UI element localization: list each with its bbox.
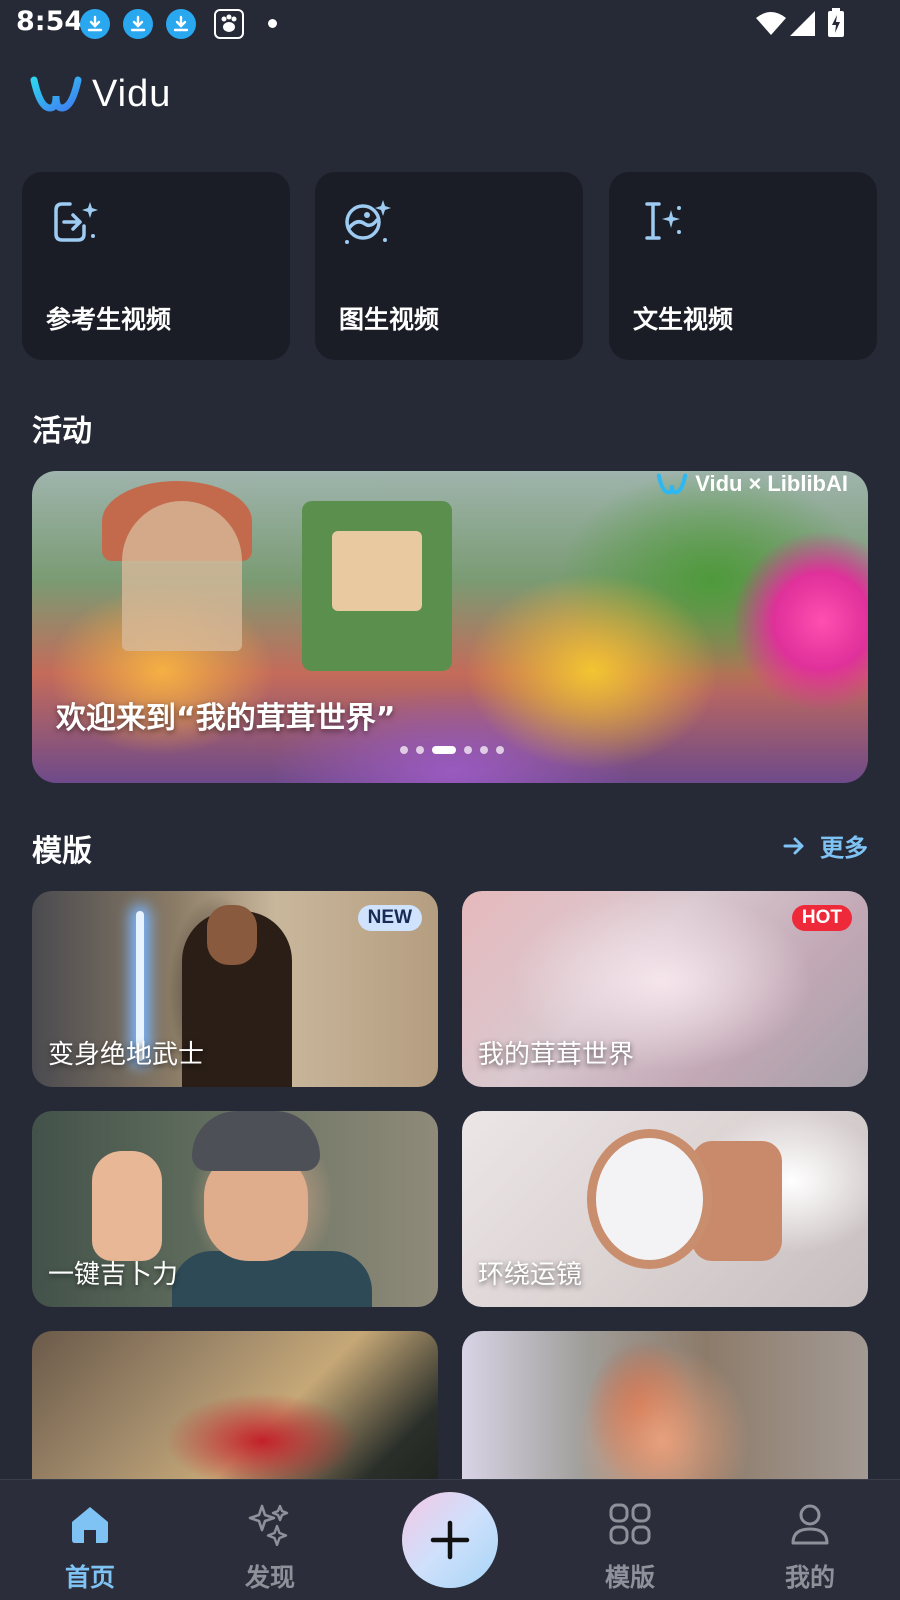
mode-label: 文生视频 [633,305,734,334]
banner-dot[interactable] [480,746,488,754]
create-button[interactable] [402,1492,498,1588]
template-card-jedi[interactable]: NEW 变身绝地武士 [32,891,438,1087]
banner-title: 欢迎来到“我的茸茸世界” [56,701,396,736]
baidu-app-icon [214,9,244,39]
nav-home[interactable]: 首页 [30,1480,150,1600]
banner-brand: Vidu × LiblibAI [655,471,848,497]
more-notifications-dot [268,19,277,28]
banner-brand-separator: × [748,471,762,496]
template-label: 变身绝地武士 [48,1040,205,1070]
templates-section-title: 模版 [32,834,92,869]
download-notification-icon [123,9,153,39]
hot-badge: HOT [791,905,852,931]
template-label: 我的茸茸世界 [478,1040,635,1070]
download-notification-icon [80,9,110,39]
banner-dot[interactable] [464,746,472,754]
jedi-head-illustration [207,905,257,965]
mode-card-image-to-video[interactable]: 图生视频 [315,172,583,360]
banner-dot[interactable] [400,746,408,754]
reference-to-video-icon [54,202,98,242]
battery-charging-icon [828,8,844,37]
template-card-orbit-camera[interactable]: 环绕运镜 [462,1111,868,1307]
vidu-logo-icon [30,76,82,112]
mode-card-text-to-video[interactable]: 文生视频 [609,172,877,360]
plus-icon [430,1520,470,1560]
banner-illustration-face [332,531,422,611]
status-bar: 8:54 [0,0,900,48]
banner-pagination[interactable] [400,746,504,754]
mode-label: 参考生视频 [46,305,172,334]
beanie-illustration [192,1111,320,1171]
nav-templates[interactable]: 模版 [570,1480,690,1600]
status-time: 8:54 [16,6,84,37]
nav-discover[interactable]: 发现 [210,1480,330,1600]
mode-card-reference-to-video[interactable]: 参考生视频 [22,172,290,360]
nav-label: 我的 [784,1563,835,1592]
signal-icon [790,11,815,36]
wifi-icon [756,12,786,35]
vidu-logo-icon [656,473,688,495]
watch-illustration [587,1129,712,1269]
template-card-ghibli[interactable]: 一键吉卜力 [32,1111,438,1307]
template-label: 环绕运镜 [478,1260,583,1290]
user-icon [791,1504,829,1545]
nav-label: 发现 [244,1563,295,1592]
bottom-navigation: 首页 发现 模版 我的 [0,1479,900,1600]
template-label: 一键吉卜力 [48,1260,179,1290]
sparkle-icon [248,1504,289,1546]
image-to-video-icon [345,200,391,244]
more-templates-link[interactable]: 更多 [782,828,868,863]
nav-label: 首页 [64,1563,115,1592]
activity-banner[interactable]: Vidu × LiblibAI 欢迎来到“我的茸茸世界” [32,471,868,783]
download-notification-icon [166,9,196,39]
waving-hand-illustration [92,1151,162,1261]
nav-label: 模版 [604,1563,655,1592]
text-to-video-icon [645,202,681,240]
banner-illustration-house [122,501,242,651]
banner-brand-vidu: Vidu [695,471,743,496]
activity-section-title: 活动 [32,414,92,449]
banner-brand-liblib: LiblibAI [767,471,848,496]
more-label: 更多 [820,834,868,862]
mode-label: 图生视频 [339,305,440,334]
banner-dot-active[interactable] [432,746,456,754]
new-badge: NEW [357,905,422,931]
grid-icon [609,1503,651,1545]
arrow-right-icon [783,837,804,854]
nav-profile[interactable]: 我的 [750,1480,870,1600]
template-card-fluffy-world[interactable]: HOT 我的茸茸世界 [462,891,868,1087]
banner-dot[interactable] [416,746,424,754]
home-icon [72,1507,108,1543]
app-logo-text: Vidu [92,72,172,115]
app-logo: Vidu [30,72,171,116]
banner-dot[interactable] [496,746,504,754]
